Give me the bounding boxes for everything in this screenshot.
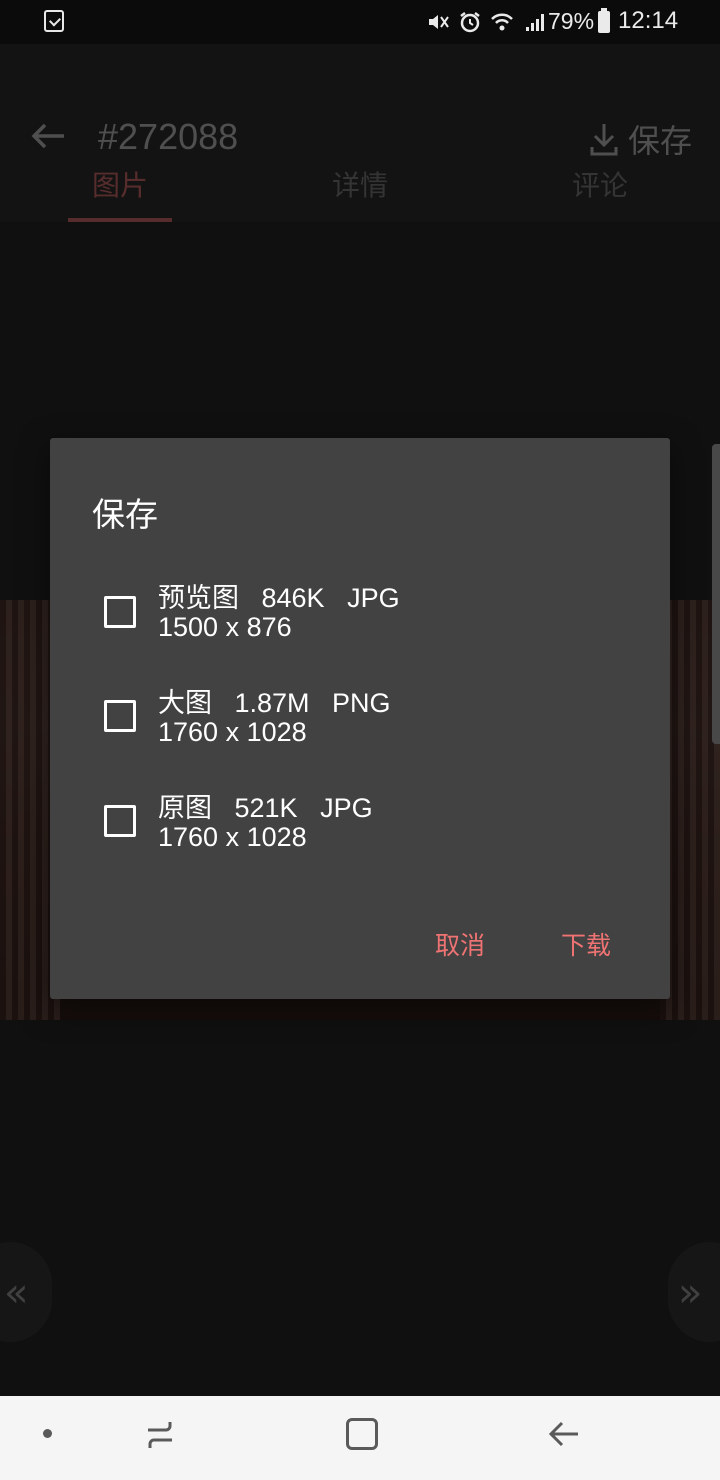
option-preview-size: 1500 x 876: [158, 612, 292, 642]
cancel-button[interactable]: 取消: [435, 926, 485, 962]
battery-icon: [598, 8, 610, 33]
download-button[interactable]: 下载: [561, 926, 611, 962]
system-nav-bar: [0, 1396, 720, 1480]
signal-4g-icon: [522, 11, 546, 33]
status-icons: [426, 10, 546, 34]
battery-percent: 79%: [548, 8, 595, 34]
status-bar: 79% 12:14: [0, 0, 720, 44]
mute-icon: [426, 11, 450, 33]
task-check-icon: [44, 10, 64, 32]
dialog-title: 保存: [92, 495, 158, 534]
checkbox-original[interactable]: [104, 805, 136, 837]
option-large-label: 大图 1.87M PNG: [158, 688, 391, 718]
checkbox-large[interactable]: [104, 700, 136, 732]
recent-apps-icon[interactable]: [144, 1418, 176, 1452]
nav-dot-icon[interactable]: [43, 1429, 52, 1438]
checkbox-preview[interactable]: [104, 596, 136, 628]
home-icon[interactable]: [346, 1418, 378, 1450]
option-original-label: 原图 521K JPG: [158, 793, 373, 823]
wifi-icon: [490, 11, 514, 33]
alarm-icon: [458, 11, 482, 33]
option-large-size: 1760 x 1028: [158, 717, 307, 747]
option-original-size: 1760 x 1028: [158, 822, 307, 852]
system-back-icon[interactable]: [548, 1418, 580, 1450]
save-dialog: 保存 预览图 846K JPG 1500 x 876 大图 1.87M PNG …: [50, 438, 670, 999]
option-preview-label: 预览图 846K JPG: [158, 583, 400, 613]
status-time: 12:14: [618, 7, 679, 34]
